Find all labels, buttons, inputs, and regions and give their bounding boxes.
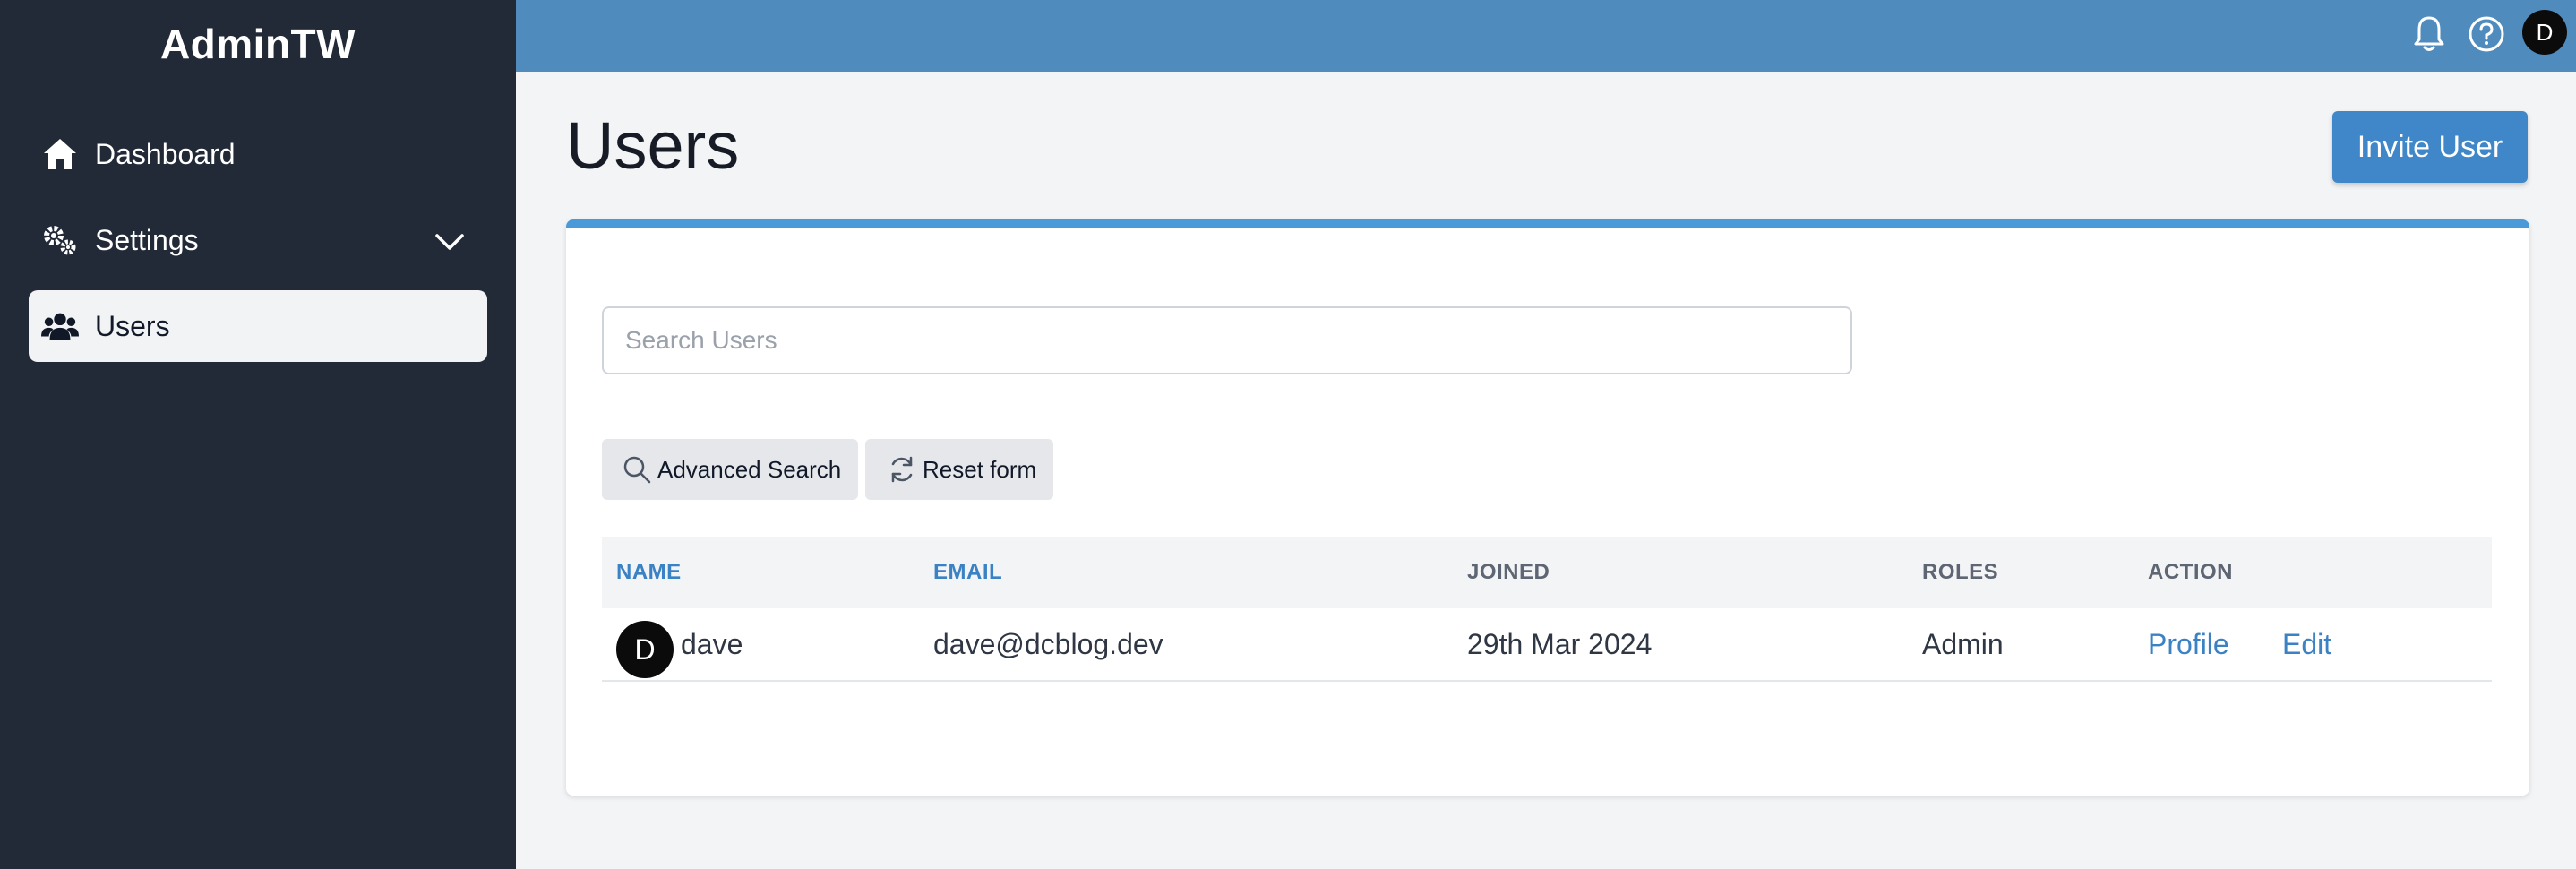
column-header-email[interactable]: EMAIL (933, 537, 1002, 608)
profile-link[interactable]: Profile (2148, 608, 2229, 680)
top-bar (516, 0, 2576, 72)
advanced-search-label: Advanced Search (657, 455, 842, 483)
bell-icon[interactable] (2408, 13, 2451, 56)
refresh-icon (887, 453, 919, 486)
column-header-roles: ROLES (1922, 560, 1999, 584)
chevron-down-icon[interactable] (432, 224, 468, 260)
user-roles: Admin (1922, 628, 2004, 660)
sidebar: AdminTW Dashboard Settings Users (0, 0, 516, 869)
sidebar-item-label: Settings (95, 223, 199, 256)
sidebar-item-label: Users (95, 309, 170, 342)
table-header: NAME EMAIL JOINED ROLES ACTION (602, 537, 2492, 608)
invite-user-button[interactable]: Invite User (2332, 111, 2528, 183)
sidebar-item-label: Dashboard (95, 137, 236, 170)
reset-form-label: Reset form (923, 455, 1037, 483)
column-header-name[interactable]: NAME (616, 537, 682, 608)
user-joined: 29th Mar 2024 (1467, 628, 1653, 660)
column-header-action: ACTION (2148, 560, 2233, 584)
reset-form-button[interactable]: Reset form (865, 439, 1053, 500)
gears-icon (41, 221, 79, 259)
users-card: Advanced Search Reset form NAME EMAIL JO… (566, 219, 2529, 796)
search-input[interactable] (602, 306, 1852, 374)
sidebar-item-users[interactable]: Users (29, 290, 487, 362)
user-name: dave (681, 628, 743, 660)
table-row: D dave dave@dcblog.dev 29th Mar 2024 Adm… (602, 608, 2492, 682)
user-avatar[interactable]: D (2522, 10, 2567, 55)
column-header-joined: JOINED (1467, 560, 1550, 584)
page-title: Users (566, 108, 740, 183)
sidebar-item-dashboard[interactable]: Dashboard (29, 118, 487, 190)
home-icon (41, 135, 79, 173)
edit-link[interactable]: Edit (2282, 608, 2331, 680)
users-icon (41, 307, 79, 345)
help-circle-icon[interactable] (2465, 13, 2508, 56)
search-icon (622, 453, 654, 486)
avatar: D (616, 621, 674, 678)
sidebar-item-settings[interactable]: Settings (29, 204, 487, 276)
user-email: dave@dcblog.dev (933, 628, 1163, 660)
advanced-search-button[interactable]: Advanced Search (602, 439, 858, 500)
brand-logo[interactable]: AdminTW (0, 20, 516, 68)
